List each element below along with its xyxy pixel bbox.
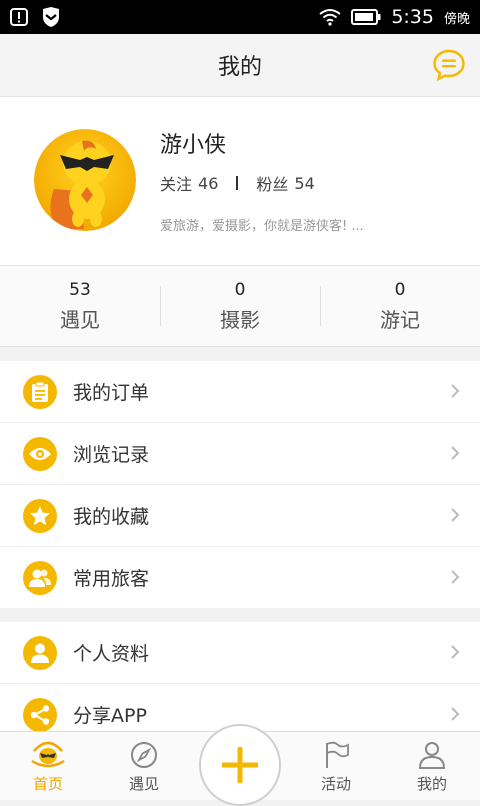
stat-travelogue[interactable]: 0 游记 bbox=[320, 266, 480, 346]
profile-bio: 爱旅游，爱摄影，你就是游侠客! ... bbox=[160, 219, 364, 234]
menu-item-profile[interactable]: 个人资料 bbox=[0, 622, 480, 684]
profile-card[interactable]: 游小侠 关注 46 粉丝 54 爱旅游，爱摄影，你就是游侠客! ... bbox=[0, 97, 480, 266]
fans-count[interactable]: 54 bbox=[294, 174, 314, 193]
fans-label: 粉丝 bbox=[256, 175, 289, 194]
menu-item-label: 我的订单 bbox=[73, 382, 150, 404]
stat-number: 0 bbox=[394, 279, 406, 300]
tab-encounter[interactable]: 遇见 bbox=[96, 732, 192, 800]
menu-item-label: 浏览记录 bbox=[73, 444, 150, 466]
publish-button[interactable] bbox=[199, 724, 281, 806]
clock-period: 傍晚 bbox=[443, 11, 470, 27]
username: 游小侠 bbox=[160, 133, 227, 158]
notification-icon bbox=[10, 8, 28, 26]
chevron-right-icon bbox=[451, 446, 460, 460]
menu-item-label: 个人资料 bbox=[73, 643, 150, 665]
share-icon bbox=[23, 697, 57, 732]
page-header: 我的 bbox=[0, 34, 480, 97]
stat-number: 0 bbox=[234, 279, 246, 300]
stat-label: 遇见 bbox=[60, 307, 100, 332]
home-icon bbox=[31, 741, 65, 768]
stat-photography[interactable]: 0 摄影 bbox=[160, 266, 320, 346]
menu-group-primary: 我的订单 浏览记录 我的收藏 常用旅客 bbox=[0, 361, 480, 608]
tab-mine[interactable]: 我的 bbox=[384, 732, 480, 800]
stat-number: 53 bbox=[69, 279, 91, 300]
menu-item-travelers[interactable]: 常用旅客 bbox=[0, 547, 480, 608]
follow-count[interactable]: 46 bbox=[198, 174, 218, 193]
stat-label: 游记 bbox=[380, 307, 420, 332]
message-icon[interactable] bbox=[432, 48, 466, 82]
chevron-right-icon bbox=[451, 384, 460, 398]
chevron-right-icon bbox=[451, 508, 460, 522]
chevron-right-icon bbox=[451, 707, 460, 721]
stat-encounter[interactable]: 53 遇见 bbox=[0, 266, 160, 346]
avatar[interactable] bbox=[34, 129, 136, 231]
users-icon bbox=[23, 560, 57, 595]
follow-stats: 关注 46 粉丝 54 bbox=[160, 171, 315, 195]
page-title: 我的 bbox=[217, 55, 262, 80]
user-icon bbox=[418, 742, 446, 769]
status-bar: 5:35 傍晚 bbox=[0, 0, 480, 34]
clipboard-icon bbox=[23, 374, 57, 409]
star-icon bbox=[23, 498, 57, 533]
shield-icon bbox=[43, 7, 59, 27]
tab-label: 首页 bbox=[32, 775, 63, 793]
menu-item-history[interactable]: 浏览记录 bbox=[0, 423, 480, 485]
chevron-right-icon bbox=[451, 645, 460, 659]
menu-item-label: 分享APP bbox=[73, 705, 147, 727]
bottom-tab-bar: 首页 遇见 活动 我的 bbox=[0, 724, 480, 806]
tab-activity[interactable]: 活动 bbox=[288, 732, 384, 800]
clock-time: 5:35 bbox=[391, 6, 434, 28]
follow-divider bbox=[236, 176, 239, 190]
menu-item-favorites[interactable]: 我的收藏 bbox=[0, 485, 480, 547]
wifi-icon bbox=[319, 9, 341, 26]
follow-label: 关注 bbox=[160, 175, 193, 194]
tab-home[interactable]: 首页 bbox=[0, 732, 96, 800]
battery-icon bbox=[351, 9, 381, 25]
menu-item-label: 常用旅客 bbox=[73, 568, 150, 590]
flag-icon bbox=[326, 741, 349, 768]
plus-icon bbox=[222, 747, 258, 783]
stat-label: 摄影 bbox=[220, 307, 260, 332]
chevron-right-icon bbox=[451, 570, 460, 584]
compass-icon bbox=[131, 742, 157, 768]
menu-item-orders[interactable]: 我的订单 bbox=[0, 361, 480, 423]
menu-item-label: 我的收藏 bbox=[73, 506, 150, 528]
tab-label: 活动 bbox=[320, 775, 351, 793]
person-icon bbox=[23, 635, 57, 670]
tab-label: 遇见 bbox=[128, 775, 159, 793]
stats-bar: 53 遇见 0 摄影 0 游记 bbox=[0, 266, 480, 347]
tab-label: 我的 bbox=[416, 775, 447, 793]
eye-icon bbox=[23, 436, 57, 471]
